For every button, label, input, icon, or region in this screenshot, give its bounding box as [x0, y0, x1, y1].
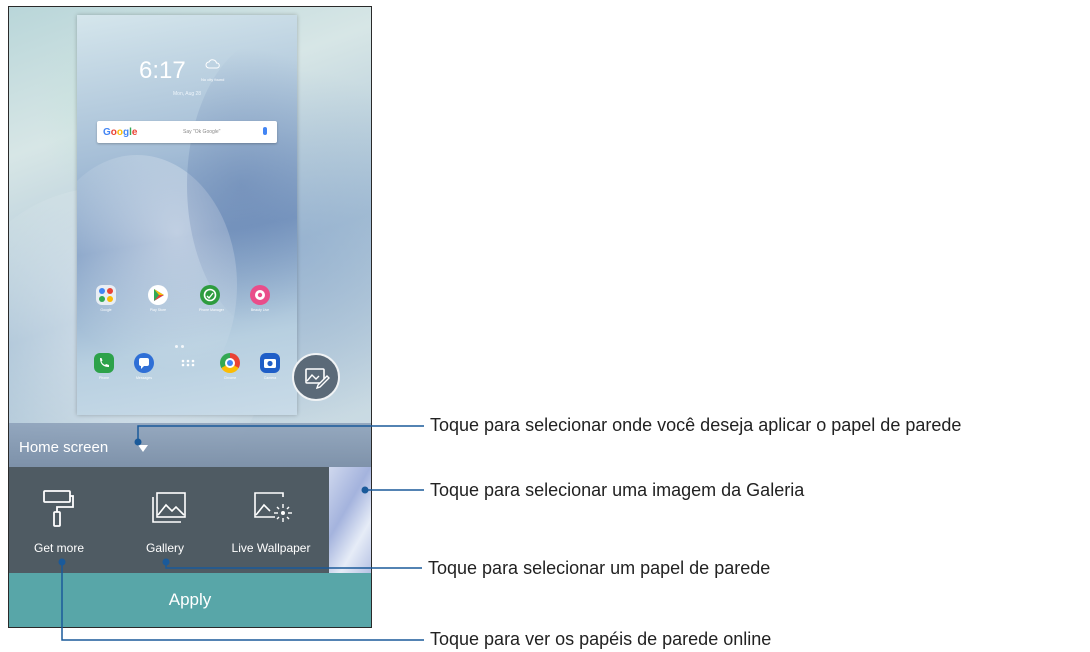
callout-gallery-image: Toque para selecionar uma imagem da Gale… — [430, 480, 805, 500]
callout-dot — [58, 558, 66, 566]
callout-online-wallpapers: Toque para ver os papéis de parede onlin… — [430, 629, 772, 649]
callout-line-wallpaper — [165, 562, 422, 569]
callout-dot — [162, 558, 170, 566]
callout-dot — [361, 486, 369, 494]
callout-dot — [134, 438, 142, 446]
callout-lines — [58, 425, 424, 641]
callout-line-target — [137, 425, 424, 440]
callout-select-wallpaper: Toque para selecionar um papel de parede — [428, 558, 771, 578]
callout-line-online — [61, 562, 424, 641]
callout-apply-target: Toque para selecionar onde você deseja a… — [430, 415, 962, 435]
